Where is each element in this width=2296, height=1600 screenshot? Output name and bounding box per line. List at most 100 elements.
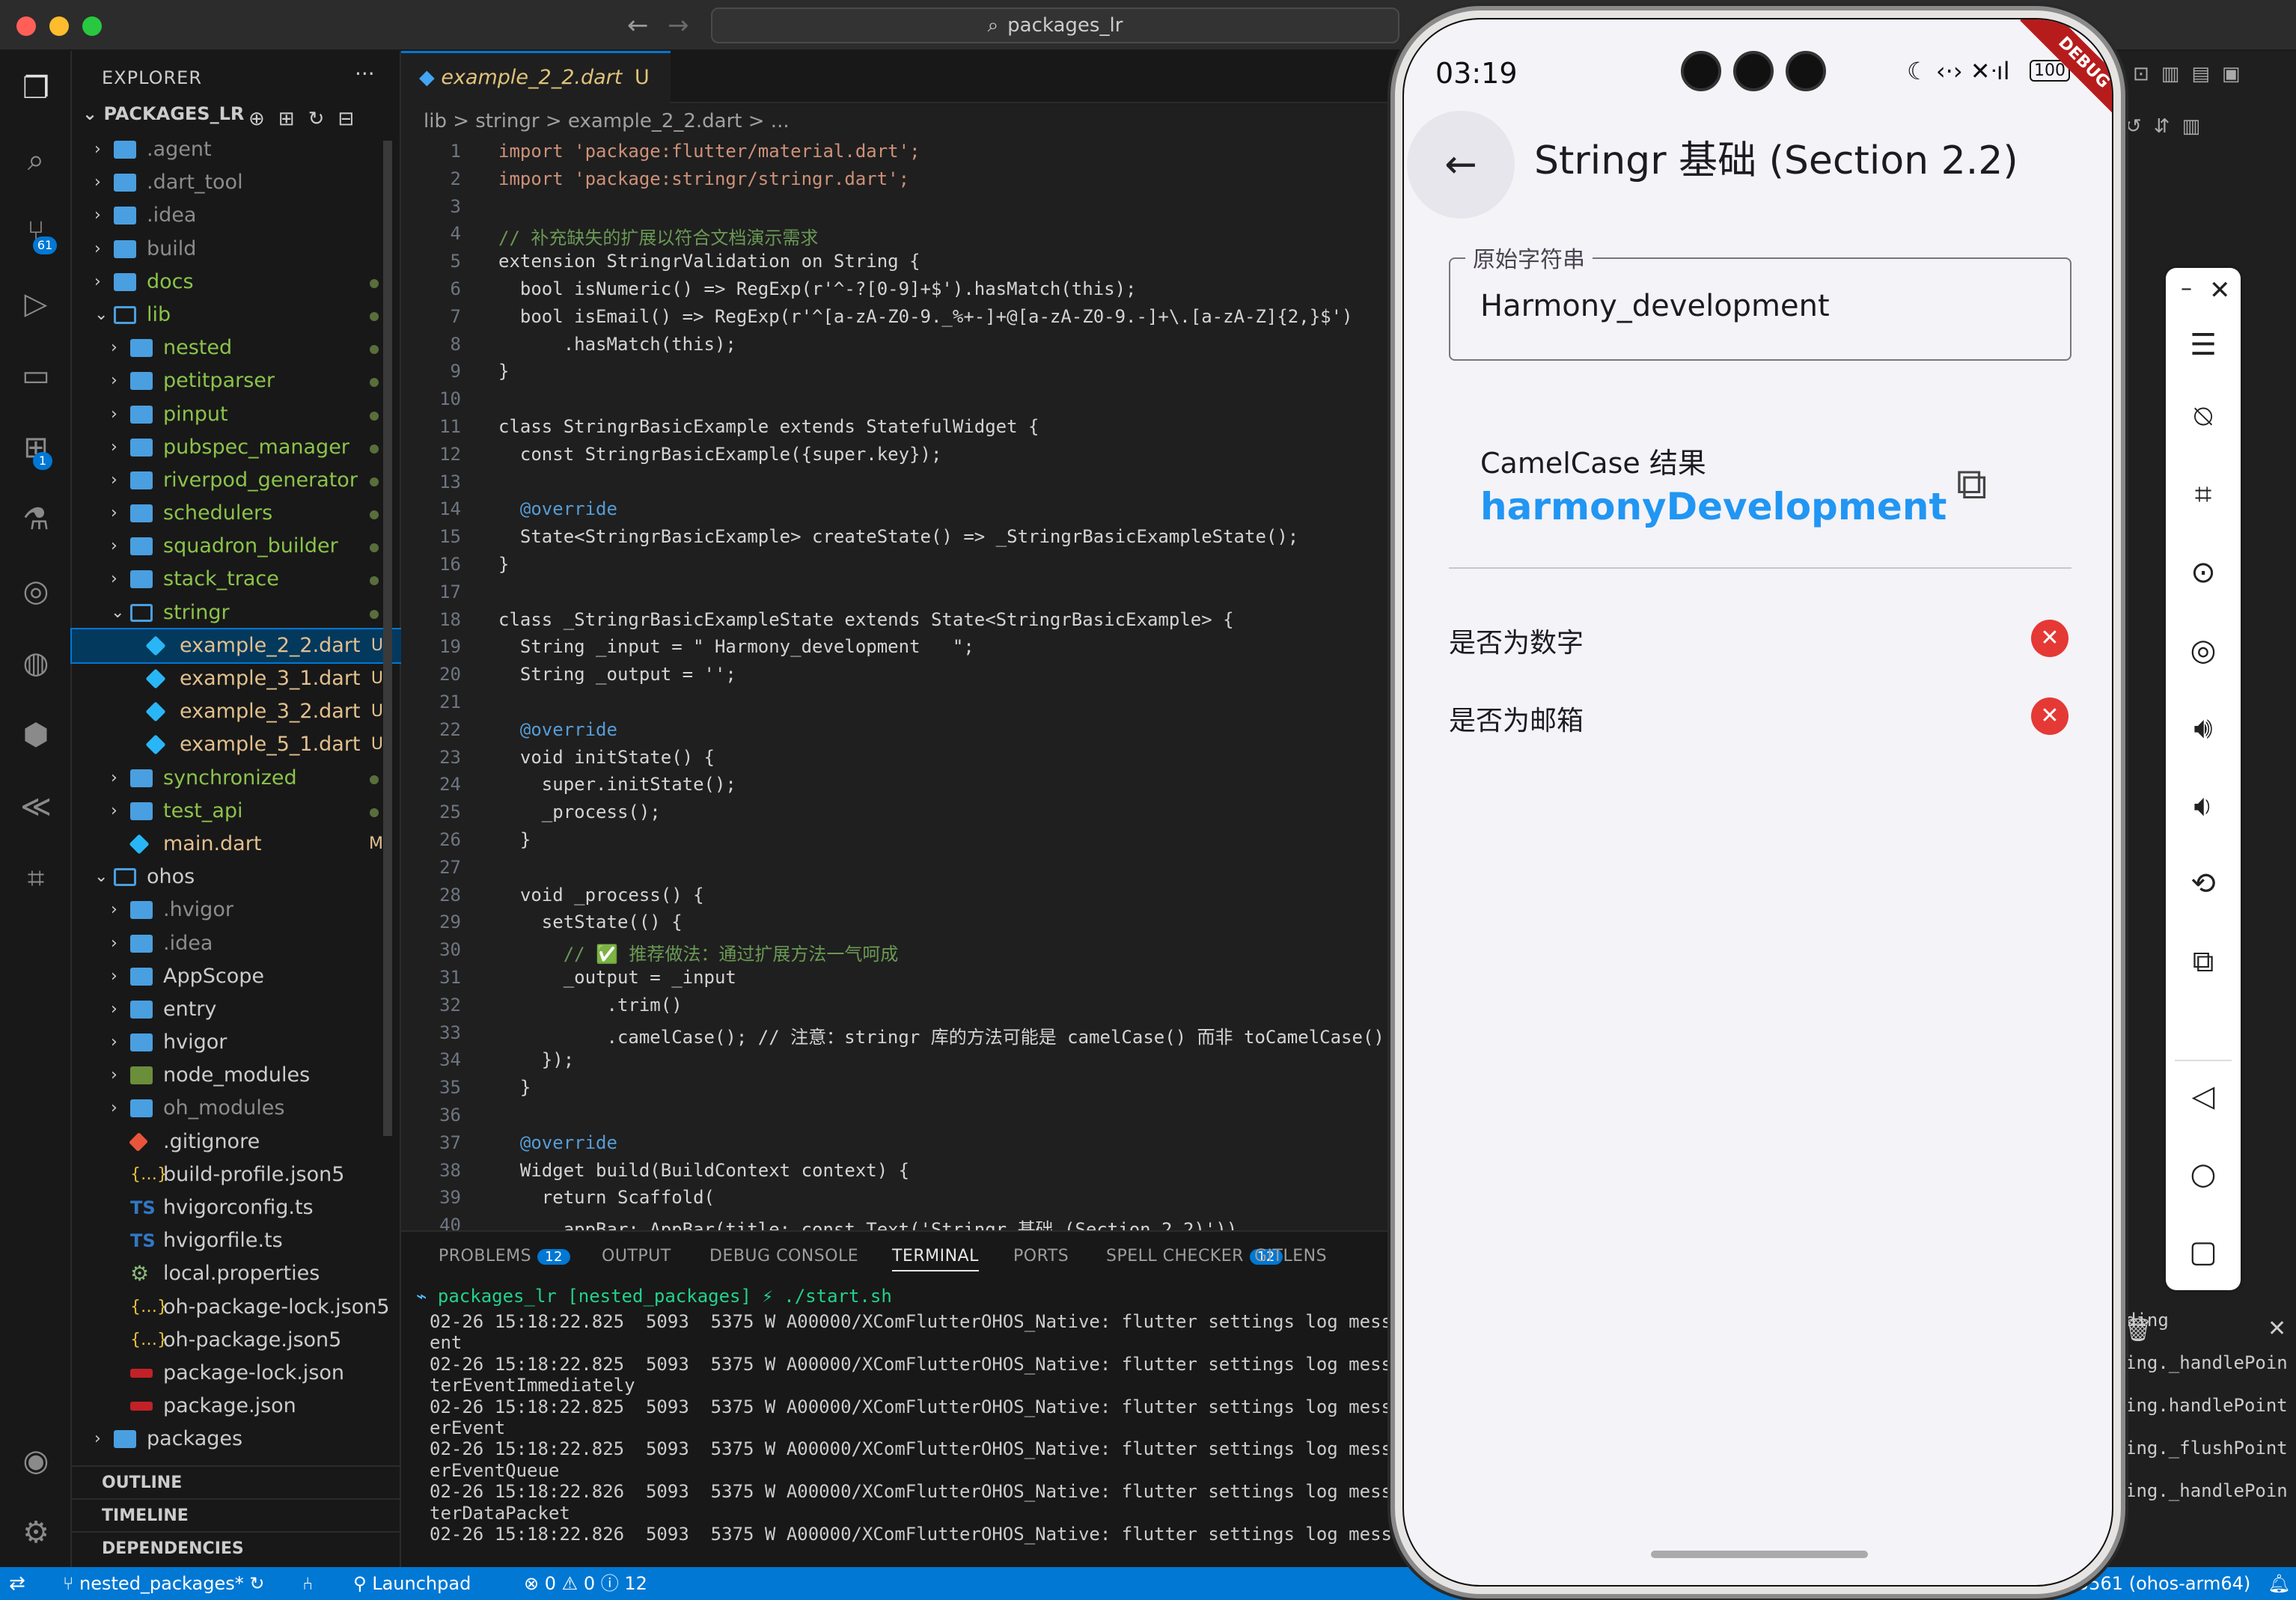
new-file-icon[interactable]: ⊕ — [248, 108, 278, 130]
panel-tab-terminal[interactable]: TERMINAL — [892, 1247, 979, 1271]
home-circle-icon[interactable]: ○ — [2166, 1157, 2241, 1191]
panel-tab-output[interactable]: OUTPUT — [602, 1247, 671, 1265]
tree-item[interactable]: package-lock.json — [72, 1357, 401, 1390]
device-status[interactable]: 5561 (ohos-arm64) — [2077, 1567, 2250, 1600]
gitlens-icon[interactable]: ◎ — [13, 569, 58, 614]
crop-icon[interactable]: ⌗ — [2166, 477, 2241, 512]
forward-arrow-icon[interactable]: → — [668, 10, 689, 40]
tree-item[interactable]: › schedulers — [72, 497, 401, 530]
tree-item[interactable]: › .idea — [72, 927, 401, 960]
account-icon[interactable]: ◉ — [13, 1438, 58, 1483]
tree-item[interactable]: ⚙ local.properties — [72, 1257, 401, 1290]
command-center-search[interactable]: ⌕ packages_lr — [711, 7, 1399, 43]
tree-item[interactable]: example_2_2.dart U — [70, 627, 403, 665]
search-icon[interactable]: ⌕ — [13, 138, 58, 183]
tree-item[interactable]: › pinput — [72, 398, 401, 431]
tree-item[interactable]: › docs — [72, 266, 401, 299]
tree-item[interactable]: › .hvigor — [72, 894, 401, 926]
copy-icon[interactable]: ⧉ — [1956, 458, 1987, 510]
flutter-icon[interactable]: ≪ — [13, 784, 58, 829]
tree-item[interactable]: › test_api — [72, 795, 401, 828]
tree-item[interactable]: › .idea — [72, 199, 401, 232]
dependencies-section[interactable]: DEPENDENCIES — [72, 1531, 401, 1564]
home-indicator[interactable] — [1651, 1551, 1868, 1558]
volume-down-icon[interactable]: 🔉︎ — [2166, 789, 2241, 823]
collapse-all-icon[interactable]: ⊟ — [338, 108, 367, 130]
tree-item[interactable]: main.dart M — [72, 828, 401, 861]
tree-item[interactable]: {…} oh-package-lock.json5 — [72, 1291, 401, 1324]
outline-section[interactable]: OUTLINE — [72, 1465, 401, 1498]
tree-item[interactable]: .gitignore — [72, 1126, 401, 1158]
git-graph-icon[interactable]: ◍ — [13, 641, 58, 686]
problems-status[interactable]: ⊗ 0 ⚠ 0 ⓘ 12 — [524, 1567, 647, 1600]
tree-item[interactable]: › node_modules — [72, 1059, 401, 1092]
tree-item[interactable]: › build — [72, 233, 401, 266]
panel-tab-debug-console[interactable]: DEBUG CONSOLE — [709, 1247, 858, 1265]
recents-square-icon[interactable]: ▢ — [2166, 1235, 2241, 1269]
tree-item[interactable]: ⌄ ohos — [72, 861, 401, 894]
tree-item[interactable]: example_3_1.dart U — [72, 662, 401, 695]
back-triangle-icon[interactable]: ◁ — [2166, 1079, 2241, 1114]
tree-item[interactable]: example_5_1.dart U — [72, 728, 401, 761]
tree-item[interactable]: › oh_modules — [72, 1092, 401, 1125]
phone-screen[interactable]: 03:19 ☾ ‹·› ✕ᐧıl 100 DEBUG ← Stringr 基础 … — [1402, 18, 2113, 1587]
explorer-icon[interactable]: ❐ — [13, 66, 58, 111]
back-button[interactable]: ← — [1407, 111, 1515, 219]
tree-item[interactable]: ⌄ stringr — [72, 596, 401, 629]
tree-item[interactable]: {…} build-profile.json5 — [72, 1158, 401, 1191]
tree-item[interactable]: › .agent — [72, 133, 401, 166]
layout-icons[interactable]: ⊡▥▤▣ — [2133, 63, 2252, 85]
tab-example-2-2[interactable]: ◆ example_2_2.dart U ✕ — [401, 51, 671, 138]
settings-gear-icon[interactable]: ⚙ — [13, 1510, 58, 1555]
rotate-device-icon[interactable]: ⟲ — [2166, 867, 2241, 901]
package-icon[interactable]: ⬢ — [13, 712, 58, 757]
explorer-actions[interactable]: ⊕⊞↻⊟ — [248, 108, 367, 130]
tree-item[interactable]: › .dart_tool — [72, 166, 401, 199]
tree-item[interactable]: package.json — [72, 1390, 401, 1423]
tree-item[interactable]: › squadron_builder — [72, 530, 401, 563]
editor-action-icons[interactable]: ↺⇵▥ — [2125, 115, 2212, 138]
menu-icon[interactable]: ☰ — [2166, 328, 2241, 362]
back-arrow-icon[interactable]: ← — [627, 10, 649, 40]
tree-item[interactable]: › riverpod_generator — [72, 464, 401, 497]
notifications-bell-icon[interactable]: 🔔︎ — [2268, 1567, 2290, 1600]
tree-item[interactable]: › hvigor — [72, 1026, 401, 1059]
pin-off-icon[interactable]: ⍉ — [2166, 400, 2241, 434]
close-icon[interactable]: ✕ — [2209, 275, 2231, 305]
timeline-section[interactable]: TIMELINE — [72, 1498, 401, 1531]
code-editor[interactable]: 1 import 'package:flutter/material.dart';… — [401, 138, 1441, 1263]
run-debug-icon[interactable]: ▷ — [13, 281, 58, 326]
tree-item[interactable]: › synchronized — [72, 762, 401, 795]
remote-explorer-icon[interactable]: ▭ — [13, 353, 58, 398]
tree-item[interactable]: ⌄ lib — [72, 299, 401, 332]
fold-icon[interactable]: ⧉ — [2166, 944, 2241, 979]
workspace-root[interactable]: ⌄ PACKAGES_LR — [82, 103, 244, 124]
zoom-window-button[interactable] — [82, 16, 102, 36]
git-graph-status-icon[interactable]: ⑃ — [302, 1567, 313, 1600]
screen-record-icon[interactable]: ◎ — [2166, 633, 2241, 668]
remote-icon[interactable]: ⇄ — [9, 1567, 25, 1600]
tree-item[interactable]: › entry — [72, 993, 401, 1026]
panel-tab-ports[interactable]: PORTS — [1013, 1247, 1069, 1265]
panel-tab-problems[interactable]: PROBLEMS 12 — [439, 1247, 570, 1265]
tree-item[interactable]: › stack_trace — [72, 563, 401, 596]
minimize-window-button[interactable] — [49, 16, 69, 36]
tree-item[interactable]: › AppScope — [72, 960, 401, 993]
panel-tab-gitlens[interactable]: GITLENS — [1254, 1247, 1327, 1265]
tree-item[interactable]: › petitparser — [72, 364, 401, 397]
testing-icon[interactable]: ⚗ — [13, 497, 58, 542]
scan-icon[interactable]: ⌗ — [13, 856, 58, 901]
breadcrumb[interactable]: lib > stringr > example_2_2.dart > ... — [401, 105, 1441, 138]
close-window-button[interactable] — [16, 16, 36, 36]
launchpad-item[interactable]: ⚲ Launchpad — [353, 1567, 471, 1600]
close-panel-icon[interactable]: ✕ — [2268, 1316, 2286, 1342]
sidebar-scrollbar[interactable] — [383, 141, 392, 1136]
tree-item[interactable]: › pubspec_manager — [72, 431, 401, 464]
tree-item[interactable]: › nested — [72, 332, 401, 364]
tree-item[interactable]: TS hvigorconfig.ts — [72, 1191, 401, 1224]
tree-item[interactable]: {…} oh-package.json5 — [72, 1324, 401, 1357]
more-actions-icon[interactable]: ··· — [355, 61, 375, 86]
tree-item[interactable]: TS hvigorfile.ts — [72, 1224, 401, 1257]
tree-item[interactable]: example_3_2.dart U — [72, 695, 401, 728]
branch-item[interactable]: ⑂ nested_packages* ↻ — [63, 1567, 265, 1600]
